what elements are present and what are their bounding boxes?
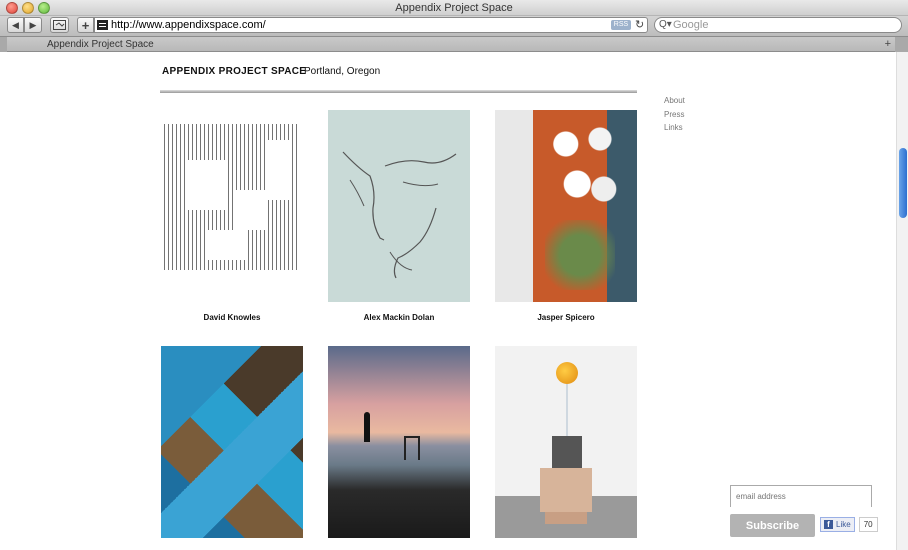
new-tab-button[interactable]: + [885, 38, 891, 50]
artwork-thumbnail-spicero[interactable] [495, 110, 637, 302]
like-label: Like [836, 520, 851, 529]
subscribe-button[interactable]: Subscribe [730, 514, 815, 537]
artwork-thumbnail-knowles[interactable] [161, 110, 303, 302]
vertical-scrollbar[interactable] [896, 52, 908, 550]
pedestal-foot [545, 512, 587, 524]
site-title[interactable]: APPENDIX PROJECT SPACE [162, 66, 306, 77]
address-bar[interactable]: http://www.appendixspace.com/ RSS ↻ [94, 17, 648, 33]
browser-toolbar: ◀ ▶ + http://www.appendixspace.com/ RSS … [0, 16, 908, 36]
facebook-like-button[interactable]: f Like [820, 517, 855, 532]
title-bar: Appendix Project Space [0, 0, 908, 16]
artwork-thumbnail-4[interactable] [161, 346, 303, 538]
forward-button[interactable]: ▶ [24, 17, 42, 33]
search-placeholder: Google [673, 19, 709, 31]
rss-button[interactable]: RSS [611, 20, 631, 30]
header-divider [160, 90, 637, 93]
scrollbar-thumb[interactable] [899, 148, 907, 218]
frame-structure [404, 436, 420, 460]
nav-link-press[interactable]: Press [664, 108, 685, 122]
tab-title: Appendix Project Space [47, 39, 154, 50]
email-field-wrapper [730, 485, 872, 507]
like-count: 70 [858, 517, 878, 532]
add-bookmark-button[interactable]: + [77, 17, 94, 33]
silhouette-figure [364, 412, 370, 442]
artwork-thumbnail-6[interactable] [495, 346, 637, 538]
artwork-thumbnail-dolan[interactable] [328, 110, 470, 302]
window-title: Appendix Project Space [395, 2, 513, 14]
artist-name-dolan[interactable]: Alex Mackin Dolan [328, 313, 470, 322]
site-location: Portland, Oregon [304, 66, 381, 77]
pedestal [540, 468, 592, 512]
side-navigation: About Press Links [664, 94, 685, 135]
reload-button[interactable]: ↻ [635, 18, 644, 31]
search-icon[interactable]: Q▾ [659, 19, 672, 30]
pole [566, 384, 568, 436]
artist-name-knowles[interactable]: David Knowles [161, 313, 303, 322]
orange-ball [556, 362, 578, 384]
snapback-icon [53, 20, 66, 30]
tab-bar: Appendix Project Space + [0, 36, 908, 52]
site-favicon-icon [97, 20, 108, 30]
back-button[interactable]: ◀ [7, 17, 24, 33]
search-field[interactable]: Q▾ Google [654, 17, 902, 33]
url-text[interactable]: http://www.appendixspace.com/ [111, 19, 266, 31]
snapback-button[interactable] [50, 17, 69, 33]
email-input[interactable] [731, 486, 871, 507]
nav-link-about[interactable]: About [664, 94, 685, 108]
artist-name-spicero[interactable]: Jasper Spicero [495, 313, 637, 322]
stone-block [552, 436, 582, 470]
artwork-thumbnail-5[interactable] [328, 346, 470, 538]
facebook-icon: f [824, 520, 833, 529]
web-page: APPENDIX PROJECT SPACE Portland, Oregon … [0, 52, 908, 550]
hands-drawing [342, 151, 457, 279]
facebook-like-widget: f Like 70 [820, 517, 878, 532]
nav-link-links[interactable]: Links [664, 121, 685, 135]
active-tab[interactable]: Appendix Project Space + [7, 37, 895, 52]
